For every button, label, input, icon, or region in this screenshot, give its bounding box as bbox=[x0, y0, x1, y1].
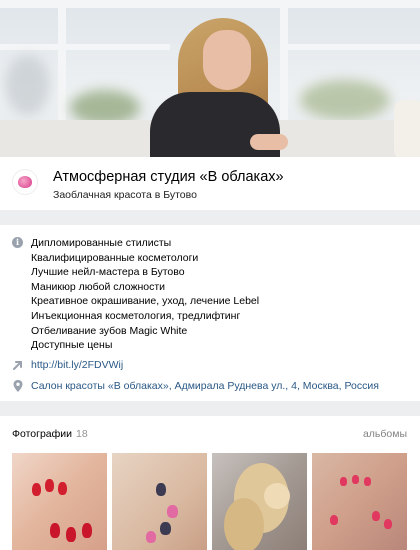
description-line: Инъекционная косметология, тредлифтинг bbox=[31, 309, 241, 322]
group-avatar[interactable] bbox=[12, 169, 38, 195]
photos-block: Фотографии 18 альбомы bbox=[0, 416, 420, 550]
photo-thumbnail[interactable] bbox=[312, 453, 407, 550]
cover-image[interactable] bbox=[0, 0, 420, 157]
group-description: Дипломированные стилисты Квалифицированн… bbox=[31, 236, 259, 353]
albums-link[interactable]: альбомы bbox=[363, 428, 407, 440]
photos-count: 18 bbox=[76, 428, 88, 440]
window-frame bbox=[0, 44, 170, 50]
group-header: Атмосферная студия «В облаках» Заоблачна… bbox=[0, 0, 420, 210]
person-face bbox=[203, 30, 251, 90]
background-building bbox=[5, 55, 50, 115]
description-line: Квалифицированные косметологи bbox=[31, 251, 199, 264]
description-line: Отбеливание зубов Magic White bbox=[31, 324, 188, 337]
description-line: Доступные цены bbox=[31, 339, 113, 352]
group-profile-row: Атмосферная студия «В облаках» Заоблачна… bbox=[0, 157, 420, 210]
window-frame bbox=[280, 0, 288, 125]
window-frame bbox=[58, 0, 66, 125]
map-pin-icon bbox=[12, 379, 24, 393]
description-line: Маникюр любой сложности bbox=[31, 280, 166, 293]
description-line: Креативное окрашивание, уход, лечение Le… bbox=[31, 295, 260, 308]
photo-thumbnail[interactable] bbox=[212, 453, 307, 550]
group-title: Атмосферная студия «В облаках» bbox=[53, 169, 284, 185]
link-arrow-icon bbox=[12, 359, 24, 371]
photos-title[interactable]: Фотографии bbox=[12, 428, 72, 440]
info-icon: i bbox=[12, 237, 23, 248]
background-figure bbox=[394, 100, 420, 157]
window-frame bbox=[285, 44, 420, 50]
photo-thumbnail[interactable] bbox=[12, 453, 107, 550]
website-link[interactable]: http://bit.ly/2FDVWij bbox=[31, 359, 123, 371]
person-hand bbox=[250, 134, 288, 150]
photo-thumbnail[interactable] bbox=[112, 453, 207, 550]
address-link[interactable]: Салон красоты «В облаках», Адмирала Рудн… bbox=[31, 380, 379, 392]
background-trees bbox=[300, 80, 390, 120]
description-line: Дипломированные стилисты bbox=[31, 237, 172, 249]
group-page: Атмосферная студия «В облаках» Заоблачна… bbox=[0, 0, 420, 550]
group-status: Заоблачная красота в Бутово bbox=[53, 189, 197, 201]
group-info: i Дипломированные стилисты Квалифицирова… bbox=[0, 225, 420, 401]
description-line: Лучшие нейл-мастера в Бутово bbox=[31, 266, 185, 279]
